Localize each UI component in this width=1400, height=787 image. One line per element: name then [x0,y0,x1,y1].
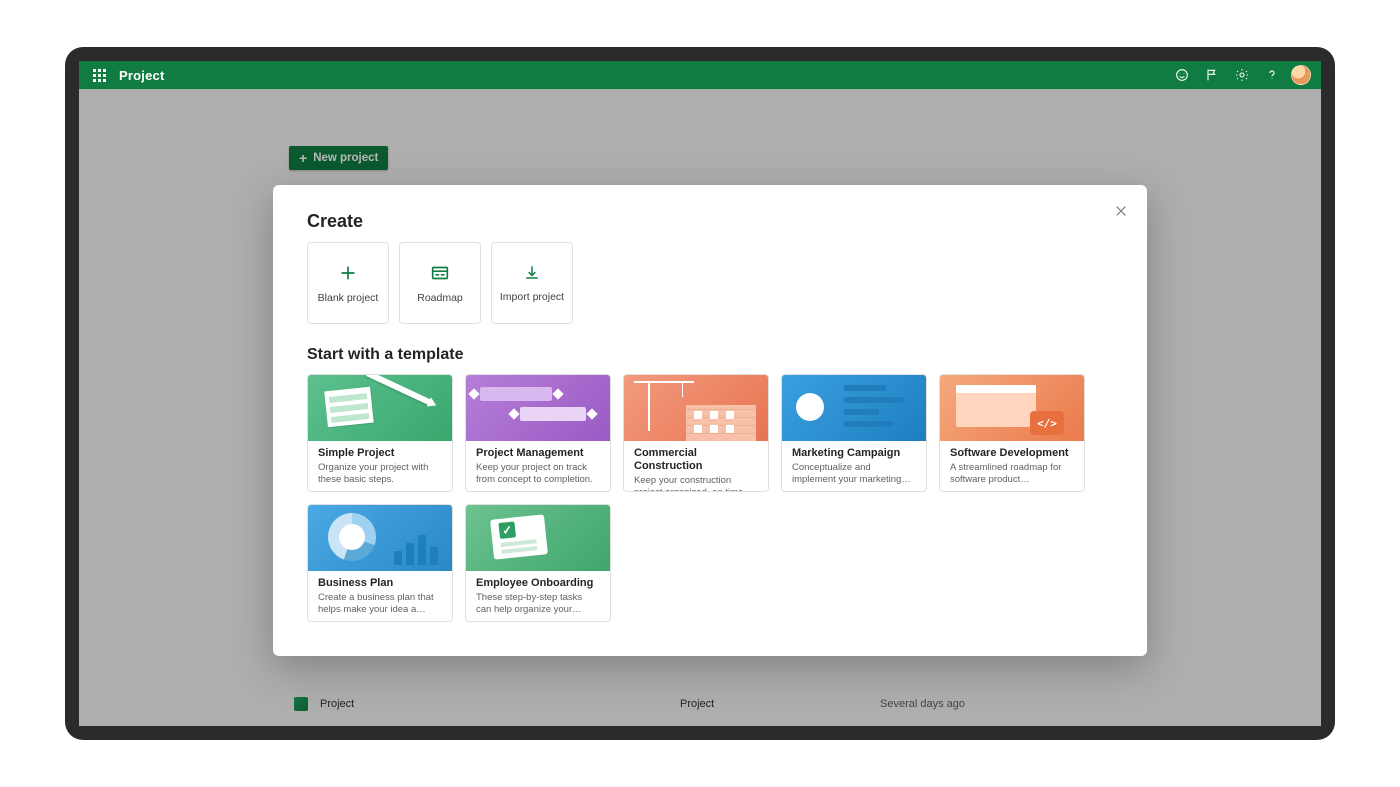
template-desc: Organize your project with these basic s… [318,462,442,486]
template-simple-project[interactable]: Simple Project Organize your project wit… [307,374,453,492]
flag-icon [1204,67,1220,83]
app-launcher-button[interactable] [85,61,113,89]
template-title: Commercial Construction [634,447,758,473]
template-project-management[interactable]: Project Management Keep your project on … [465,374,611,492]
template-art: </> [940,375,1084,441]
template-marketing-campaign[interactable]: Marketing Campaign Conceptualize and imp… [781,374,927,492]
template-title: Project Management [476,447,600,460]
template-art [308,375,452,441]
template-art [308,505,452,571]
template-title: Marketing Campaign [792,447,916,460]
template-desc: These step-by-step tasks can help organi… [476,592,600,616]
template-desc: Keep your project on track from concept … [476,462,600,486]
create-modal: Create Blank project Roadmap Import proj… [273,185,1147,656]
template-employee-onboarding[interactable]: Employee Onboarding These step-by-step t… [465,504,611,622]
device-frame: Project + New project [65,47,1335,740]
template-title: Employee Onboarding [476,577,600,590]
import-icon [522,263,542,283]
import-project-card[interactable]: Import project [491,242,573,324]
template-desc: A streamlined roadmap for software produ… [950,462,1074,486]
app-title[interactable]: Project [119,68,164,83]
create-options-row: Blank project Roadmap Import project [307,242,1113,324]
flag-button[interactable] [1197,61,1227,89]
template-title: Business Plan [318,577,442,590]
roadmap-label: Roadmap [417,292,463,304]
feedback-button[interactable] [1167,61,1197,89]
template-software-development[interactable]: </> Software Development A streamlined r… [939,374,1085,492]
app-screen: Project + New project [79,61,1321,726]
roadmap-icon [429,262,451,284]
template-art [624,375,768,441]
template-grid: Simple Project Organize your project wit… [307,374,1113,622]
blank-project-card[interactable]: Blank project [307,242,389,324]
template-title: Simple Project [318,447,442,460]
waffle-icon [93,69,106,82]
gear-icon [1234,67,1250,83]
smiley-icon [1174,67,1190,83]
suite-header: Project [79,61,1321,89]
template-art [782,375,926,441]
template-commercial-construction[interactable]: Commercial Construction Keep your constr… [623,374,769,492]
import-project-label: Import project [500,291,564,303]
template-art [466,375,610,441]
template-heading: Start with a template [307,346,1113,364]
template-art [466,505,610,571]
plus-icon [337,262,359,284]
create-heading: Create [307,211,1113,232]
template-business-plan[interactable]: Business Plan Create a business plan tha… [307,504,453,622]
close-button[interactable] [1109,199,1133,223]
help-button[interactable] [1257,61,1287,89]
template-title: Software Development [950,447,1074,460]
close-icon [1114,204,1128,218]
template-desc: Create a business plan that helps make y… [318,592,442,616]
user-avatar[interactable] [1291,65,1311,85]
question-icon [1264,67,1280,83]
template-desc: Keep your construction project organized… [634,475,758,492]
blank-project-label: Blank project [318,292,379,304]
settings-button[interactable] [1227,61,1257,89]
suite-right-controls [1167,61,1315,89]
template-desc: Conceptualize and implement your marketi… [792,462,916,486]
roadmap-card[interactable]: Roadmap [399,242,481,324]
